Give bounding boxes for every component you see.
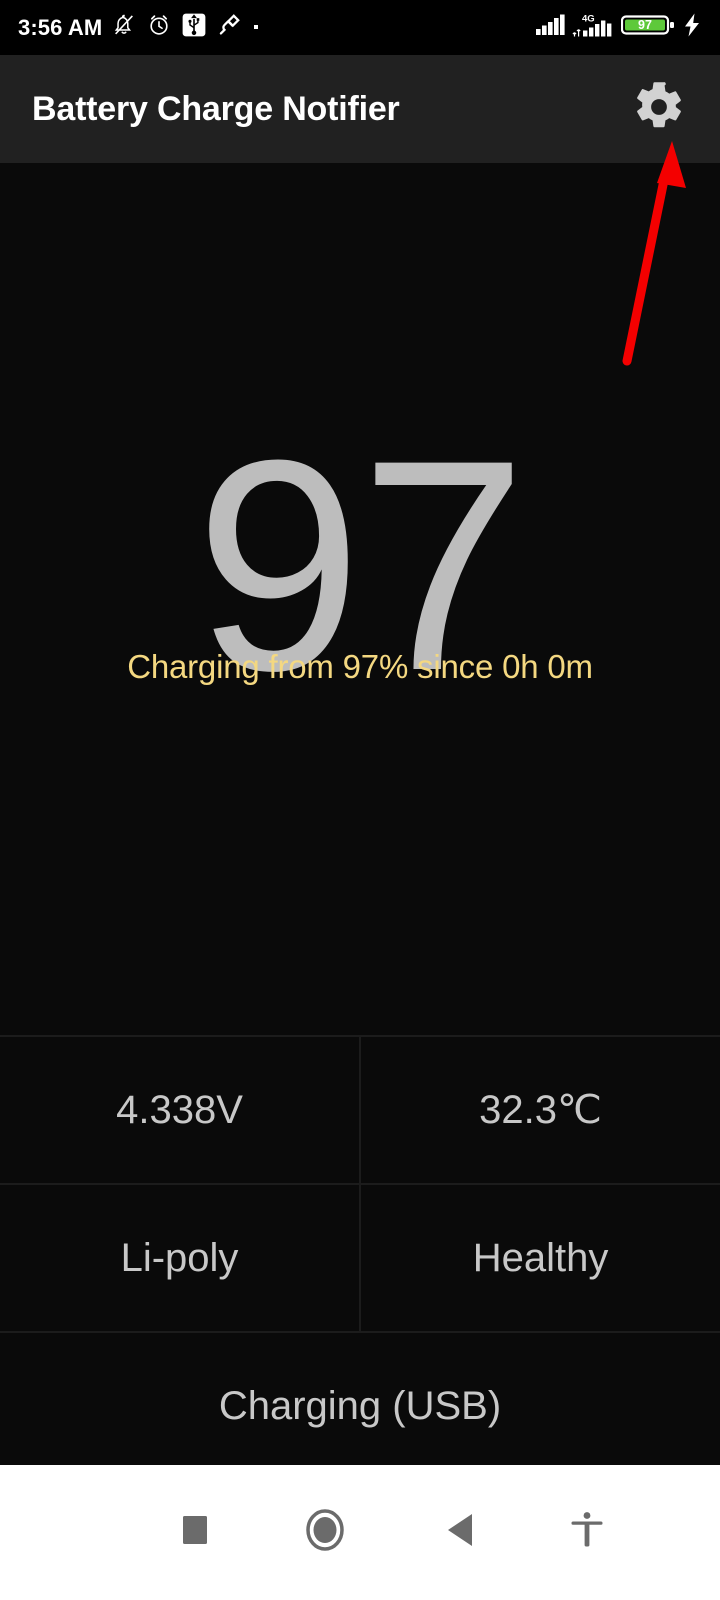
technology-cell[interactable]: Li-poly (0, 1185, 361, 1331)
alarm-clock-icon (146, 12, 172, 43)
battery-percent-label: 97 (638, 18, 652, 32)
status-bar-clock: 3:56 AM (18, 14, 103, 40)
triangle-left-icon (443, 1510, 479, 1555)
temperature-cell[interactable]: 32.3℃ (361, 1037, 720, 1183)
health-cell[interactable]: Healthy (361, 1185, 720, 1331)
accessibility-button[interactable] (569, 1510, 605, 1555)
table-row: 4.338V 32.3℃ (0, 1035, 720, 1183)
square-icon (178, 1513, 212, 1552)
status-bar-right: 4G 97 (535, 12, 702, 43)
circle-icon (302, 1507, 348, 1558)
app-bar: Battery Charge Notifier (0, 55, 720, 163)
charging-bolt-icon (682, 12, 702, 43)
small-dot-icon (251, 19, 261, 37)
system-navigation-bar[interactable] (0, 1465, 720, 1600)
status-bar-left: 3:56 AM (18, 12, 261, 43)
svg-text:4G: 4G (582, 14, 595, 25)
signal-bars-icon (535, 13, 565, 42)
back-button[interactable] (443, 1510, 479, 1555)
battery-info-grid: 4.338V 32.3℃ Li-poly Healthy Charging (U… (0, 1035, 720, 1481)
voltage-cell[interactable]: 4.338V (0, 1037, 361, 1183)
main-content: 97 Charging from 97% since 0h 0m 4.338V … (0, 163, 720, 1481)
status-bar[interactable]: 3:56 AM 4G 97 (0, 0, 720, 55)
charging-status-text: Charging from 97% since 0h 0m (127, 648, 593, 685)
battery-icon: 97 (620, 12, 675, 43)
home-button[interactable] (302, 1507, 348, 1558)
table-row: Li-poly Healthy (0, 1183, 720, 1331)
settings-gear-button[interactable] (630, 80, 688, 138)
plug-status-cell[interactable]: Charging (USB) (0, 1333, 720, 1479)
page-title: Battery Charge Notifier (32, 89, 400, 128)
table-row: Charging (USB) (0, 1331, 720, 1481)
gear-icon (632, 80, 686, 139)
recents-button[interactable] (178, 1513, 212, 1552)
notifications-off-icon (111, 12, 137, 43)
usb-icon (181, 12, 207, 43)
mobile-data-4g-icon: 4G (572, 12, 614, 43)
accessibility-icon (569, 1510, 605, 1555)
power-plug-icon (216, 12, 242, 43)
